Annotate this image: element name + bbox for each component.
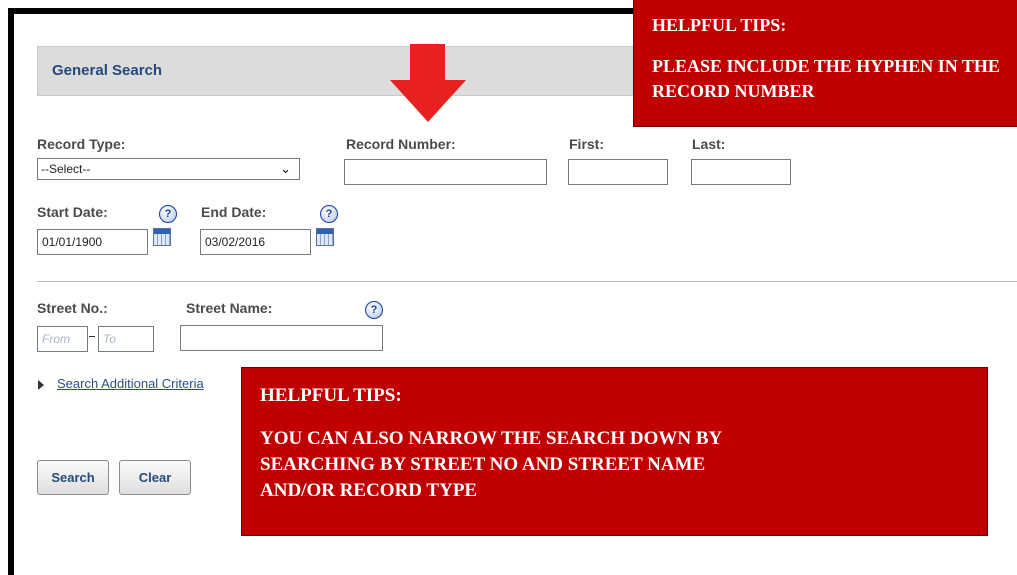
tip-bottom-line-2: SEARCHING BY STREET NO AND STREET NAME xyxy=(260,454,706,475)
frame-border-left xyxy=(8,8,14,575)
end-date-label: End Date: xyxy=(201,204,267,220)
start-date-help-icon[interactable]: ? xyxy=(159,205,177,223)
first-name-input[interactable] xyxy=(568,159,668,185)
clear-button[interactable]: Clear xyxy=(119,460,191,495)
tip-top-line-2: RECORD NUMBER xyxy=(652,81,815,101)
street-no-label: Street No.: xyxy=(37,300,108,316)
page-title: General Search xyxy=(52,62,163,79)
end-date-help-icon[interactable]: ? xyxy=(320,205,338,223)
tip-bottom-line-3: AND/OR RECORD TYPE xyxy=(260,480,478,501)
last-name-input[interactable] xyxy=(691,159,791,185)
chevron-down-icon: ⌄ xyxy=(280,161,291,176)
tip-top-line-1: PLEASE INCLUDE THE HYPHEN IN THE xyxy=(652,56,1000,76)
record-type-selected-value: --Select-- xyxy=(41,162,91,176)
last-name-label: Last: xyxy=(692,136,726,152)
tip-bottom-heading: HELPFUL TIPS: xyxy=(260,385,402,406)
section-divider xyxy=(37,281,1017,282)
street-no-to-placeholder: To xyxy=(103,332,116,346)
street-no-from-input[interactable]: From xyxy=(37,326,88,352)
record-number-label: Record Number: xyxy=(346,136,456,152)
start-date-calendar-icon[interactable] xyxy=(153,228,171,246)
search-button[interactable]: Search xyxy=(37,460,109,495)
red-down-arrow-icon xyxy=(390,44,466,122)
record-type-label: Record Type: xyxy=(37,136,126,152)
helpful-tips-top-callout: HELPFUL TIPS: PLEASE INCLUDE THE HYPHEN … xyxy=(633,0,1017,127)
record-number-input[interactable] xyxy=(344,159,547,185)
street-name-help-icon[interactable]: ? xyxy=(365,301,383,319)
street-no-from-placeholder: From xyxy=(42,332,70,346)
range-dash xyxy=(89,336,95,337)
expand-triangle-icon[interactable] xyxy=(38,380,44,390)
start-date-input[interactable]: 01/01/1900 xyxy=(37,229,148,255)
street-name-input[interactable] xyxy=(180,325,383,351)
tip-top-heading: HELPFUL TIPS: xyxy=(652,15,787,35)
street-no-to-input[interactable]: To xyxy=(98,326,154,352)
street-name-label: Street Name: xyxy=(186,300,273,316)
record-type-select[interactable]: --Select-- ⌄ xyxy=(37,158,300,180)
first-name-label: First: xyxy=(569,136,604,152)
end-date-calendar-icon[interactable] xyxy=(316,228,334,246)
helpful-tips-bottom-callout: HELPFUL TIPS: YOU CAN ALSO NARROW THE SE… xyxy=(241,367,988,536)
tip-bottom-line-1: YOU CAN ALSO NARROW THE SEARCH DOWN BY xyxy=(260,428,723,449)
start-date-label: Start Date: xyxy=(37,204,108,220)
end-date-input[interactable]: 03/02/2016 xyxy=(200,229,311,255)
search-additional-criteria-link[interactable]: Search Additional Criteria xyxy=(57,376,204,391)
